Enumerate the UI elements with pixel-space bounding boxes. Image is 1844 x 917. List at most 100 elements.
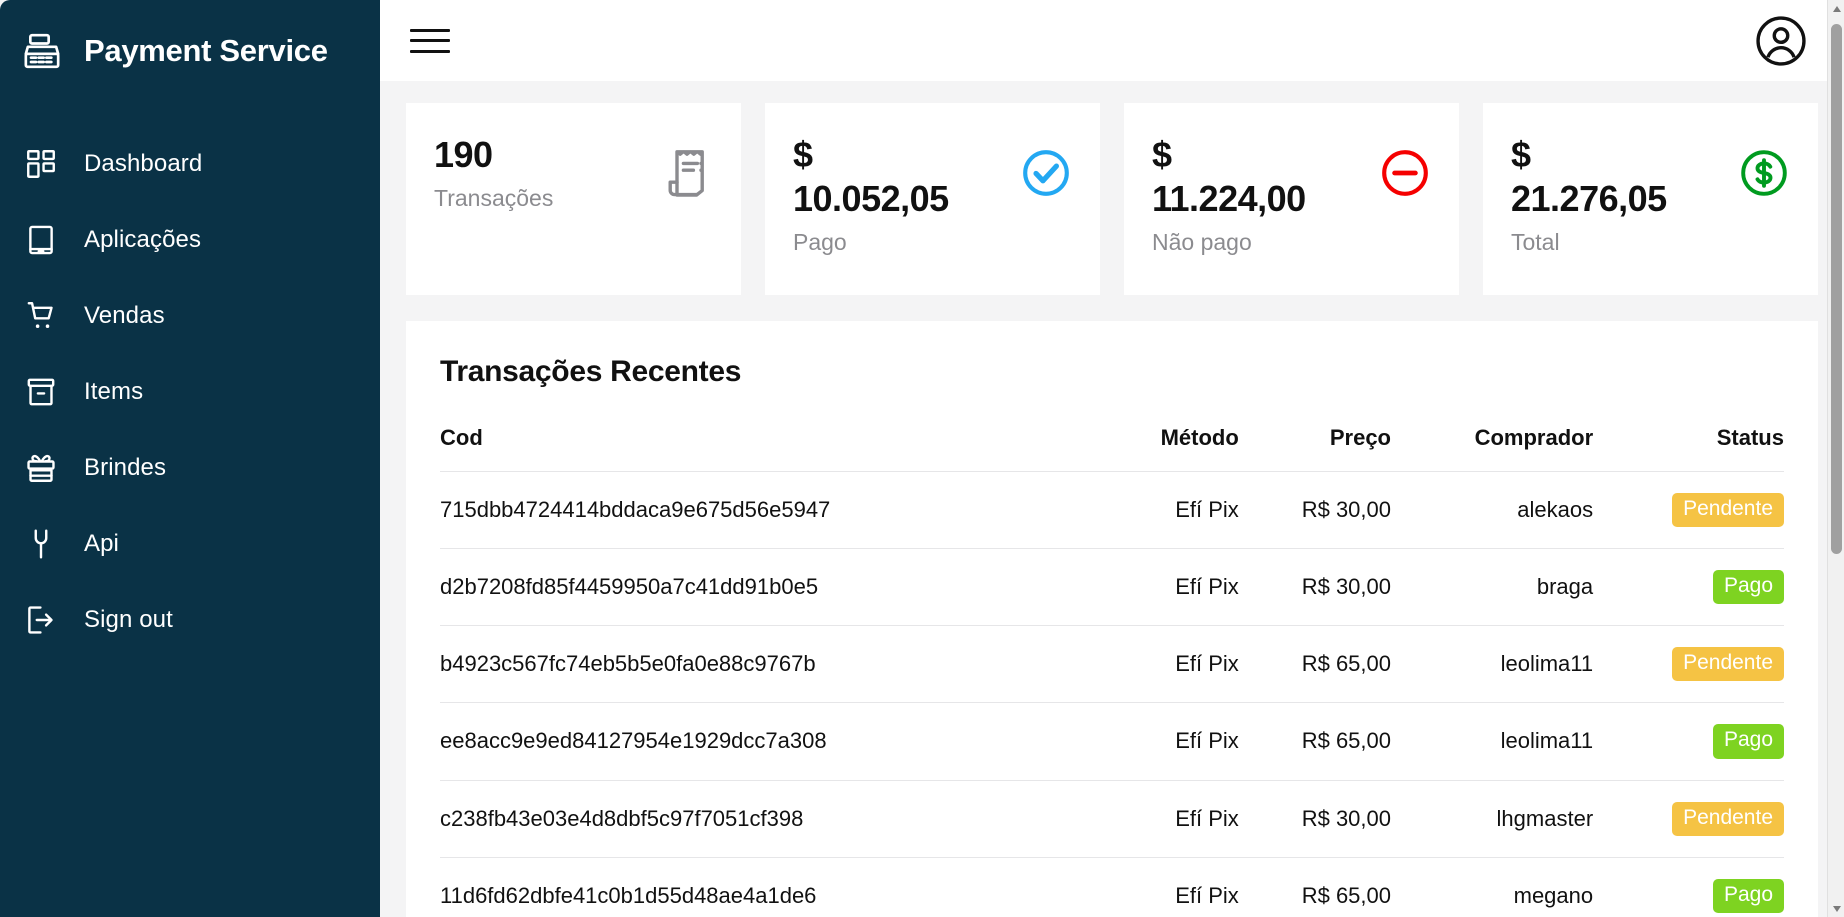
cell-metodo: Efí Pix (1105, 470, 1239, 549)
cell-cod: 715dbb4724414bddaca9e675d56e5947 (440, 470, 1106, 549)
grid-dashboard-icon (24, 147, 58, 181)
cell-status: Pendente (1593, 779, 1784, 858)
sign-out-icon (24, 603, 58, 637)
check-circle-icon (1020, 147, 1072, 199)
table-row[interactable]: ee8acc9e9ed84127954e1929dcc7a308 Efí Pix… (440, 702, 1784, 781)
table-row[interactable]: 715dbb4724414bddaca9e675d56e5947 Efí Pix… (440, 470, 1784, 549)
table-head: Cod Método Preço Comprador Status (440, 425, 1784, 472)
status-badge: Pendente (1672, 493, 1784, 528)
sidebar-item-label: Api (84, 530, 119, 557)
gift-icon (24, 451, 58, 485)
tablet-device-icon (24, 223, 58, 257)
brand-title: Payment Service (84, 33, 328, 68)
stat-card-text: $ 10.052,05 Pago (793, 133, 949, 256)
sidebar-item-aplicacoes[interactable]: Aplicações (0, 202, 380, 278)
table-row[interactable]: c238fb43e03e4d8dbf5c97f7051cf398 Efí Pix… (440, 779, 1784, 858)
hamburger-menu-icon[interactable] (410, 25, 450, 57)
cash-register-icon (22, 31, 62, 71)
power-plug-icon (24, 527, 58, 561)
sidebar-item-brindes[interactable]: Brindes (0, 430, 380, 506)
cell-preco: R$ 65,00 (1238, 625, 1391, 703)
cell-status: Pendente (1593, 625, 1784, 703)
column-header-status[interactable]: Status (1593, 425, 1784, 472)
cell-metodo: Efí Pix (1105, 625, 1239, 703)
recent-transactions-panel: Transações Recentes Cod Método Preço Com… (406, 321, 1818, 917)
table-row[interactable]: d2b7208fd85f4459950a7c41dd91b0e5 Efí Pix… (440, 548, 1784, 626)
transactions-table: Cod Método Preço Comprador Status 715dbb… (440, 425, 1784, 917)
status-badge: Pago (1712, 878, 1784, 913)
sidebar-item-items[interactable]: Items (0, 354, 380, 430)
sidebar-item-dashboard[interactable]: Dashboard (0, 126, 380, 202)
stat-card-label: Pago (793, 228, 847, 255)
column-header-metodo[interactable]: Método (1105, 425, 1239, 472)
stat-card-pago: $ 10.052,05 Pago (765, 103, 1100, 295)
sidebar-item-label: Sign out (84, 606, 173, 633)
dollar-circle-icon (1738, 147, 1790, 199)
cell-cod: 11d6fd62dbfe41c0b1d55d48ae4a1de6 (440, 856, 1106, 917)
sidebar-item-sign-out[interactable]: Sign out (0, 582, 380, 658)
scroll-up-arrow-icon[interactable] (1828, 0, 1844, 17)
column-header-preco[interactable]: Preço (1239, 425, 1391, 472)
cell-cod: c238fb43e03e4d8dbf5c97f7051cf398 (440, 779, 1106, 858)
hamburger-bar (410, 28, 450, 32)
cell-preco: R$ 65,00 (1238, 856, 1391, 917)
sidebar-nav: Dashboard Aplicações Vendas Items Brinde… (0, 126, 380, 658)
hamburger-bar (410, 39, 450, 42)
cell-cod: b4923c567fc74eb5b5e0fa0e88c9767b (440, 625, 1106, 703)
sidebar-item-label: Dashboard (84, 150, 203, 177)
status-badge: Pendente (1672, 647, 1784, 682)
cell-comprador: megano (1391, 856, 1594, 917)
sidebar: Payment Service Dashboard Aplicações Ven… (0, 0, 380, 917)
cell-status: Pago (1593, 548, 1784, 626)
sidebar-item-api[interactable]: Api (0, 506, 380, 582)
status-badge: Pago (1712, 724, 1784, 759)
cell-comprador: alekaos (1391, 470, 1594, 549)
sidebar-item-vendas[interactable]: Vendas (0, 278, 380, 354)
cell-preco: R$ 30,00 (1238, 470, 1391, 549)
app-root: Payment Service Dashboard Aplicações Ven… (0, 0, 1844, 917)
cell-comprador: leolima11 (1391, 702, 1594, 781)
stat-card-text: $ 21.276,05 Total (1511, 133, 1667, 256)
cell-preco: R$ 30,00 (1238, 779, 1391, 858)
table-row[interactable]: b4923c567fc74eb5b5e0fa0e88c9767b Efí Pix… (440, 625, 1784, 703)
stat-card-text: 190 Transações (434, 133, 553, 212)
column-header-cod[interactable]: Cod (440, 425, 1105, 472)
sidebar-item-label: Vendas (84, 302, 165, 329)
stat-card-total: $ 21.276,05 Total (1483, 103, 1818, 295)
cell-cod: d2b7208fd85f4459950a7c41dd91b0e5 (440, 548, 1106, 626)
cell-metodo: Efí Pix (1105, 779, 1239, 858)
archive-box-icon (24, 375, 58, 409)
stat-card-text: $ 11.224,00 Não pago (1152, 133, 1306, 256)
main-area: 190 Transações $ 10.052,05 Pago $ 11.224… (380, 0, 1844, 917)
stat-card-transacoes: 190 Transações (406, 103, 741, 295)
table-body: 715dbb4724414bddaca9e675d56e5947 Efí Pix… (440, 470, 1784, 917)
cell-status: Pago (1593, 702, 1784, 781)
table-header-row: Cod Método Preço Comprador Status (440, 425, 1784, 472)
receipt-icon (665, 147, 713, 199)
cell-status: Pago (1593, 856, 1784, 917)
cell-cod: ee8acc9e9ed84127954e1929dcc7a308 (440, 702, 1106, 781)
shopping-cart-icon (24, 299, 58, 333)
cell-metodo: Efí Pix (1105, 856, 1239, 917)
user-account-circle-icon[interactable] (1754, 14, 1808, 68)
brand[interactable]: Payment Service (0, 6, 380, 78)
stat-card-value: $ 21.276,05 (1511, 134, 1667, 219)
cell-preco: R$ 30,00 (1238, 548, 1391, 626)
topbar (380, 0, 1844, 81)
stat-cards: 190 Transações $ 10.052,05 Pago $ 11.224… (406, 103, 1818, 295)
scroll-down-arrow-icon[interactable] (1828, 900, 1844, 917)
cell-status: Pendente (1593, 470, 1784, 549)
sidebar-item-label: Aplicações (84, 226, 202, 253)
content-area: 190 Transações $ 10.052,05 Pago $ 11.224… (380, 81, 1844, 917)
status-badge: Pago (1712, 570, 1784, 605)
page-scrollbar[interactable] (1827, 0, 1844, 917)
scrollbar-thumb[interactable] (1831, 24, 1842, 554)
table-row[interactable]: 11d6fd62dbfe41c0b1d55d48ae4a1de6 Efí Pix… (440, 856, 1784, 917)
status-badge: Pendente (1672, 801, 1784, 836)
cell-metodo: Efí Pix (1105, 702, 1239, 781)
stat-card-value: $ 10.052,05 (793, 134, 949, 219)
stat-card-label: Total (1511, 228, 1560, 255)
cell-metodo: Efí Pix (1105, 548, 1239, 626)
page-title: Transações Recentes (440, 355, 742, 388)
column-header-comprador[interactable]: Comprador (1391, 425, 1594, 472)
